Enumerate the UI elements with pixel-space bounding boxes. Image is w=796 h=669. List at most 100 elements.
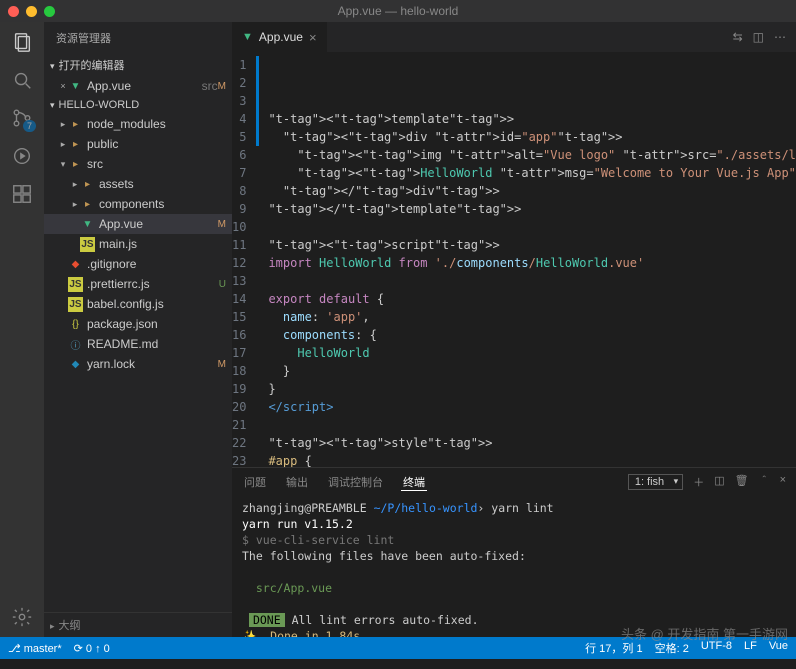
close-tab-icon[interactable]: × [309, 30, 317, 45]
open-editor-item[interactable]: × ▼ App.vue src M [44, 76, 232, 96]
tree-item[interactable]: JS main.js [44, 234, 232, 254]
tree-item[interactable]: ⓘREADME.md [44, 334, 232, 354]
file-label: App.vue [99, 217, 218, 231]
panel-tab-terminal[interactable]: 终端 [401, 474, 427, 491]
search-icon[interactable] [10, 68, 34, 92]
minimize-window-button[interactable] [26, 6, 37, 17]
file-label: yarn.lock [87, 357, 218, 371]
maximize-window-button[interactable] [44, 6, 55, 17]
titlebar: App.vue — hello-world [0, 0, 796, 22]
scm-icon[interactable]: 7 [10, 106, 34, 130]
twisty-icon[interactable]: ▸ [70, 199, 80, 210]
code-content[interactable]: "t-tag"><"t-tag">template"t-tag">> "t-ta… [256, 52, 796, 467]
statusbar: ⎇ master* ⟳ 0 ↑ 0 行 17，列 1 空格: 2 UTF-8 L… [0, 637, 796, 659]
close-panel-icon[interactable]: × [780, 474, 786, 490]
terminal-shell-select[interactable]: 1: fish [628, 474, 683, 490]
editor-area: ▼ App.vue × ⇆ ◫ ⋯ 1234567891011121314151… [232, 22, 796, 637]
file-label: assets [99, 177, 226, 191]
file-label: main.js [99, 237, 226, 251]
tree-item[interactable]: ▸▸components [44, 194, 232, 214]
status-eol[interactable]: LF [744, 640, 757, 656]
file-label: App.vue [87, 79, 198, 93]
window-controls [8, 6, 55, 17]
file-tree: ▸▸node_modules▸▸public▾▸src▸▸assets▸▸com… [44, 114, 232, 612]
debug-icon[interactable] [10, 144, 34, 168]
tree-item[interactable]: ▸▸node_modules [44, 114, 232, 134]
status-sync[interactable]: ⟳ 0 ↑ 0 [74, 642, 110, 655]
folder-icon: ▸ [80, 197, 95, 212]
editor-tabs: ▼ App.vue × ⇆ ◫ ⋯ [232, 22, 796, 52]
tree-item[interactable]: ▸▸ assets [44, 174, 232, 194]
close-window-button[interactable] [8, 6, 19, 17]
outline-section[interactable]: 大纲 [44, 612, 232, 637]
split-terminal-icon[interactable]: ◫ [714, 474, 724, 490]
status-branch[interactable]: ⎇ master* [8, 642, 62, 655]
code-line: import HelloWorld from './components/Hel… [256, 254, 796, 272]
code-line [256, 272, 796, 290]
panel-tab-debug[interactable]: 调试控制台 [326, 474, 385, 490]
twisty-icon[interactable]: ▸ [70, 179, 80, 190]
code-line: "t-tag"><"t-tag">template"t-tag">> [256, 110, 796, 128]
code-line: name: 'app', [256, 308, 796, 326]
twisty-icon[interactable]: ▸ [58, 119, 68, 130]
terminal-output[interactable]: zhangjing@PREAMBLE ~/P/hello-world› yarn… [232, 496, 796, 637]
workspace-section[interactable]: HELLO-WORLD [44, 96, 232, 114]
new-terminal-icon[interactable]: ＋ [693, 474, 704, 490]
code-line: #app { [256, 452, 796, 467]
tree-item[interactable]: ▸▸public [44, 134, 232, 154]
window-title: App.vue — hello-world [0, 4, 796, 18]
file-status: M [218, 359, 226, 370]
file-label: .gitignore [87, 257, 226, 271]
line-numbers: 1234567891011121314151617181920212223242… [232, 52, 256, 467]
file-label: public [87, 137, 226, 151]
code-line: components: { [256, 326, 796, 344]
code-line: </script> [256, 398, 796, 416]
code-line: } [256, 362, 796, 380]
code-line: HelloWorld [256, 344, 796, 362]
tree-item[interactable]: JS.prettierrc.jsU [44, 274, 232, 294]
file-label: babel.config.js [87, 297, 226, 311]
panel-tab-problems[interactable]: 问题 [242, 474, 268, 490]
tree-item[interactable]: ▾▸ src [44, 154, 232, 174]
code-line: "t-tag"><"t-tag">div "t-attr">id="app""t… [256, 128, 796, 146]
js-icon: JS [68, 297, 83, 312]
folder-icon: ▸ [80, 177, 95, 192]
status-lang[interactable]: Vue [769, 640, 788, 656]
tab-app-vue[interactable]: ▼ App.vue × [232, 22, 327, 52]
status-indent[interactable]: 空格: 2 [655, 640, 689, 656]
file-label: src [87, 157, 226, 171]
split-editor-icon[interactable]: ◫ [753, 30, 764, 44]
tree-item[interactable]: JS babel.config.js [44, 294, 232, 314]
code-line: "t-tag"><"t-tag">HelloWorld "t-attr">msg… [256, 164, 796, 182]
code-line: } [256, 380, 796, 398]
panel-tab-output[interactable]: 输出 [284, 474, 310, 490]
file-status: U [219, 279, 226, 290]
bottom-panel: 问题 输出 调试控制台 终端 1: fish ＋ ◫ 🗑 ＾ × zhangji… [232, 467, 796, 637]
kill-terminal-icon[interactable]: 🗑 [735, 474, 749, 490]
code-line [256, 218, 796, 236]
git-icon: ◆ [68, 257, 83, 272]
status-encoding[interactable]: UTF-8 [701, 640, 732, 656]
tree-item[interactable]: ◆yarn.lockM [44, 354, 232, 374]
editor-body[interactable]: 1234567891011121314151617181920212223242… [232, 52, 796, 467]
tree-item[interactable]: ▼App.vueM [44, 214, 232, 234]
twisty-icon[interactable]: ▾ [58, 159, 68, 170]
maximize-panel-icon[interactable]: ＾ [759, 474, 770, 490]
extensions-icon[interactable] [10, 182, 34, 206]
folder-icon: ▸ [68, 117, 83, 132]
js-icon: JS [68, 277, 83, 292]
code-line: export default { [256, 290, 796, 308]
settings-icon[interactable] [10, 605, 34, 629]
folder-icon: ▸ [68, 157, 83, 172]
explorer-icon[interactable] [10, 30, 34, 54]
tree-item[interactable]: {}package.json [44, 314, 232, 334]
compare-icon[interactable]: ⇆ [733, 30, 743, 44]
status-cursor[interactable]: 行 17，列 1 [585, 640, 642, 656]
close-editor-icon[interactable]: × [58, 81, 68, 91]
twisty-icon[interactable]: ▸ [58, 139, 68, 150]
open-editors-section[interactable]: 打开的编辑器 [44, 54, 232, 76]
js-icon: JS [80, 237, 95, 252]
panel-tabs: 问题 输出 调试控制台 终端 1: fish ＋ ◫ 🗑 ＾ × [232, 468, 796, 496]
tree-item[interactable]: ◆ .gitignore [44, 254, 232, 274]
more-actions-icon[interactable]: ⋯ [774, 30, 786, 44]
